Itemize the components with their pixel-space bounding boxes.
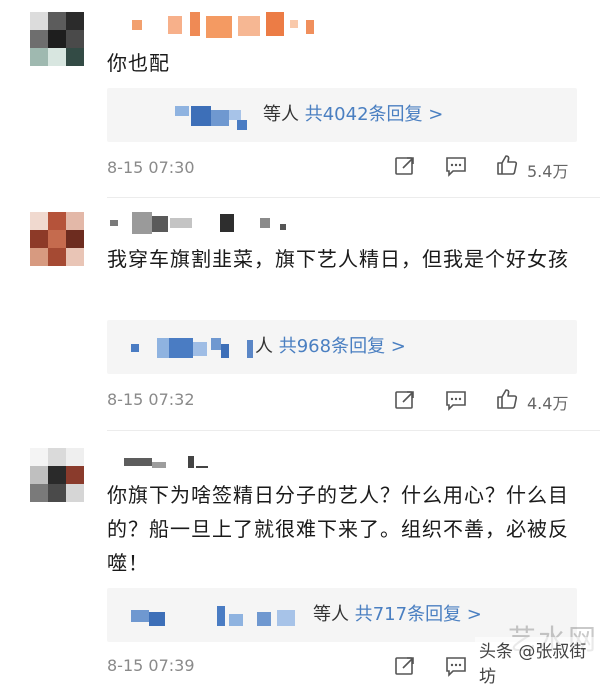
avatar[interactable] bbox=[30, 448, 84, 502]
share-icon[interactable] bbox=[393, 154, 417, 178]
comment-icon[interactable] bbox=[444, 388, 468, 412]
divider bbox=[107, 197, 600, 198]
view-replies-link[interactable]: 共717条回复 > bbox=[355, 604, 482, 625]
avatar[interactable] bbox=[30, 12, 84, 66]
thumbs-up-icon[interactable] bbox=[495, 387, 519, 411]
view-replies-link[interactable]: 共968条回复 > bbox=[279, 336, 406, 357]
reply-summary[interactable]: 等人 共4042条回复 > bbox=[107, 88, 577, 142]
share-icon[interactable] bbox=[393, 654, 417, 678]
comment-time: 8-15 07:39 bbox=[107, 656, 195, 675]
comment-text: 你也配 bbox=[107, 51, 170, 75]
reply-suffix: 等人 bbox=[263, 104, 299, 125]
comment-text: 你旗下为啥签精日分子的艺人？什么用心？什么目的？船一旦上了就很难下来了。组织不善… bbox=[107, 483, 569, 575]
username[interactable] bbox=[110, 8, 340, 42]
comment-icon[interactable] bbox=[444, 654, 468, 678]
comment-text: 我穿车旗割韭菜，旗下艺人精日，但我是个好女孩 bbox=[107, 247, 569, 271]
username[interactable] bbox=[110, 206, 310, 240]
reply-suffix: 人 bbox=[255, 336, 273, 357]
divider bbox=[107, 430, 600, 431]
reply-summary[interactable]: 等人 共717条回复 > bbox=[107, 588, 577, 642]
reply-summary[interactable]: 人 共968条回复 > bbox=[107, 320, 577, 374]
comment-time: 8-15 07:30 bbox=[107, 158, 195, 177]
view-replies-link[interactable]: 共4042条回复 > bbox=[305, 104, 444, 125]
watermark-text: 头条 @张叔街坊 bbox=[475, 637, 600, 687]
comment-icon[interactable] bbox=[444, 154, 468, 178]
like-count: 5.4万 bbox=[527, 162, 569, 181]
like-count: 4.4万 bbox=[527, 394, 569, 413]
username[interactable] bbox=[110, 444, 230, 478]
avatar[interactable] bbox=[30, 212, 84, 266]
thumbs-up-icon[interactable] bbox=[495, 153, 519, 177]
comment-time: 8-15 07:32 bbox=[107, 390, 195, 409]
reply-suffix: 等人 bbox=[313, 604, 349, 625]
share-icon[interactable] bbox=[393, 388, 417, 412]
